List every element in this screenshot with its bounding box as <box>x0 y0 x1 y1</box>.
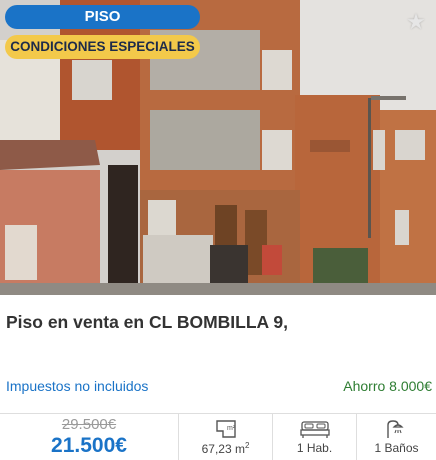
saving-amount: Ahorro 8.000€ <box>343 378 432 394</box>
floor-plan-icon: m² <box>215 420 236 438</box>
listing-title[interactable]: Piso en venta en CL BOMBILLA 9, <box>6 312 430 333</box>
rooms-feature: 1 Hab. <box>272 414 356 460</box>
rooms-label: 1 Hab. <box>296 441 333 455</box>
svg-text:m²: m² <box>227 425 236 432</box>
old-price: 29.500€ <box>61 416 117 433</box>
baths-feature: 1 Baños <box>356 414 436 460</box>
baths-label: 1 Baños <box>374 441 419 455</box>
star-icon[interactable]: ★ <box>404 10 428 34</box>
listing-features-bar: 29.500€ 21.500€ m² 67,23 m2 1 Hab. 1 Bañ… <box>0 413 436 460</box>
shower-icon <box>386 420 404 438</box>
price-block: 29.500€ 21.500€ <box>0 414 178 460</box>
current-price: 21.500€ <box>51 434 127 457</box>
bed-icon <box>299 421 330 438</box>
property-photo[interactable]: PISO CONDICIONES ESPECIALES ★ <box>0 0 436 295</box>
property-type-badge: PISO <box>5 5 200 29</box>
area-label: 67,23 m2 <box>201 441 250 456</box>
area-feature: m² 67,23 m2 <box>178 414 272 460</box>
taxes-note-link[interactable]: Impuestos no incluidos <box>6 378 148 394</box>
special-conditions-badge: CONDICIONES ESPECIALES <box>5 35 200 59</box>
property-card[interactable]: PISO CONDICIONES ESPECIALES ★ Piso en ve… <box>0 0 436 460</box>
